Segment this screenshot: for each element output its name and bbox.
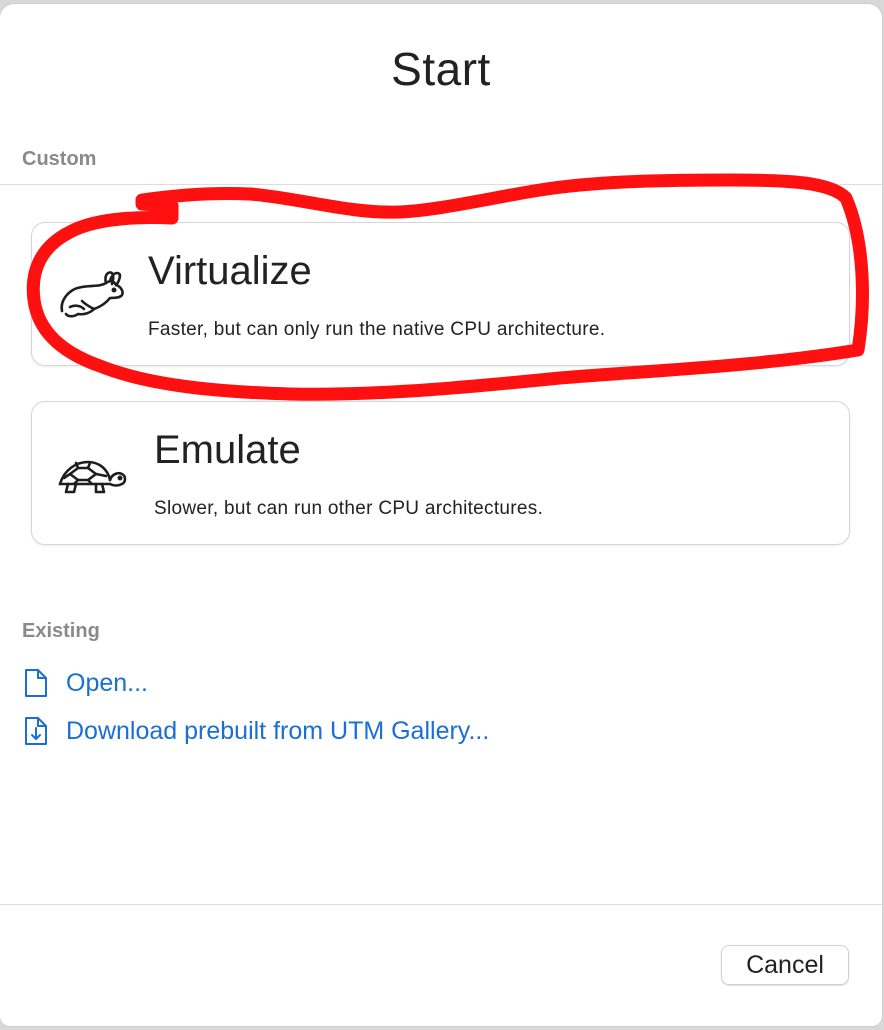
footer-divider [0,904,882,905]
download-gallery-link-label[interactable]: Download prebuilt from UTM Gallery... [66,717,489,746]
virtualize-option-card[interactable]: Virtualize Faster, but can only run the … [31,222,850,366]
virtualize-description: Faster, but can only run the native CPU … [148,319,606,340]
cancel-button[interactable]: Cancel [721,945,849,985]
emulate-title: Emulate [154,428,301,472]
emulate-description: Slower, but can run other CPU architectu… [154,498,544,519]
open-link-label[interactable]: Open... [66,669,148,698]
rabbit-icon [60,271,124,318]
emulate-option-card[interactable]: Emulate Slower, but can run other CPU ar… [31,401,850,545]
start-dialog: Start Custom Virtualize Faster, but can … [0,4,882,1026]
section-label-custom: Custom [22,148,97,170]
section-label-existing: Existing [22,620,100,642]
turtle-icon [58,460,127,494]
open-link[interactable]: Open... [22,666,148,700]
document-icon [25,669,47,697]
virtualize-title: Virtualize [148,249,312,293]
dialog-title: Start [391,43,491,95]
document-download-icon [25,717,47,745]
download-gallery-link[interactable]: Download prebuilt from UTM Gallery... [22,714,489,748]
section-divider [0,184,882,185]
